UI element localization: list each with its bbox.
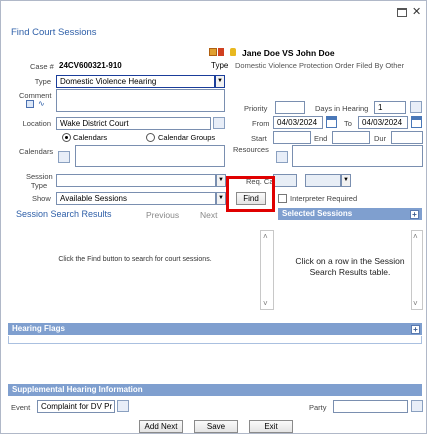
type-label: Type: [34, 77, 51, 86]
selected-scrollbar[interactable]: ˄ ˅: [411, 230, 423, 310]
location-field[interactable]: Wake District Court: [56, 117, 211, 130]
show-select[interactable]: Available Sessions: [56, 192, 216, 205]
window-title: Find Court Sessions: [11, 27, 97, 38]
from-calendar-icon[interactable]: [326, 116, 337, 128]
hearing-flags-expand-icon[interactable]: +: [411, 325, 420, 334]
session-search-results-title: Session Search Results: [16, 209, 112, 219]
event-lookup-icon[interactable]: [117, 400, 129, 412]
type-dropdown-icon[interactable]: ▼: [215, 75, 225, 88]
priority-label: Priority: [244, 104, 268, 113]
resources-label: Resources: [233, 145, 269, 154]
maximize-icon[interactable]: [397, 8, 407, 17]
party-lookup-icon[interactable]: [411, 400, 423, 412]
selected-sessions-title: Selected Sessions: [282, 209, 353, 218]
flag-icon: [209, 48, 217, 56]
priority-field[interactable]: [275, 101, 305, 114]
calendars-radio[interactable]: [62, 133, 71, 142]
days-in-hearing-field[interactable]: 1: [374, 101, 406, 114]
hearing-flags-panel: [8, 336, 422, 344]
case-type-value: Domestic Violence Protection Order Filed…: [235, 61, 405, 70]
results-scrollbar[interactable]: ˄ ˅: [260, 230, 274, 310]
interpreter-label: Interpreter Required: [290, 194, 358, 203]
calendars-lookup-icon[interactable]: [58, 151, 70, 163]
case-number: 24CV600321-910: [59, 61, 122, 70]
exit-button[interactable]: Exit: [249, 420, 293, 433]
duration-label: Dur: [374, 134, 387, 143]
event-field[interactable]: Complaint for DV Pr: [37, 400, 115, 413]
hearing-flags-title: Hearing Flags: [12, 324, 65, 333]
session-type-dropdown-icon[interactable]: ▼: [216, 174, 226, 187]
party-field[interactable]: [333, 400, 408, 413]
find-highlight-box: [226, 176, 275, 212]
to-date-field[interactable]: 04/03/2024: [358, 116, 408, 129]
location-label: Location: [22, 119, 51, 128]
hearing-flags-bar: Hearing Flags: [8, 323, 422, 335]
supplemental-bar: Supplemental Hearing Information: [8, 384, 422, 396]
type-select[interactable]: Domestic Violence Hearing: [56, 75, 215, 88]
resources-lookup-icon[interactable]: [276, 151, 288, 163]
lock-icon: [230, 48, 236, 56]
location-lookup-icon[interactable]: [213, 117, 225, 129]
comment-field[interactable]: [56, 89, 225, 112]
next-link[interactable]: Next: [200, 210, 217, 220]
add-next-button[interactable]: Add Next: [139, 420, 183, 433]
previous-link[interactable]: Previous: [146, 210, 179, 220]
calendar-groups-radio-label: Calendar Groups: [158, 133, 216, 142]
duration-field[interactable]: [391, 131, 423, 144]
comment-label: Comment: [19, 91, 52, 100]
to-calendar-icon[interactable]: [411, 116, 422, 128]
calendars-radio-label: Calendars: [73, 133, 108, 142]
show-label: Show: [32, 194, 51, 203]
days-edit-icon[interactable]: [410, 101, 422, 113]
search-results-empty-message: Click the Find button to search for cour…: [58, 256, 212, 263]
flag-icon-secondary: [218, 48, 224, 56]
close-icon[interactable]: ✕: [412, 5, 421, 18]
case-name: Jane Doe VS John Doe: [242, 48, 335, 58]
from-date-field[interactable]: 04/03/2024: [273, 116, 323, 129]
from-label: From: [252, 119, 270, 128]
event-label: Event: [11, 403, 31, 412]
calendar-groups-radio[interactable]: [146, 133, 155, 142]
session-type-select[interactable]: [56, 174, 216, 187]
spellcheck-icon[interactable]: ∿: [38, 99, 45, 108]
interpreter-checkbox[interactable]: [278, 194, 287, 203]
selected-scroll-down-icon[interactable]: ˅: [413, 299, 418, 308]
resources-field[interactable]: [292, 145, 423, 167]
days-in-hearing-label: Days in Hearing: [315, 104, 369, 113]
req-cap-select[interactable]: [305, 174, 341, 187]
session-type-label: Session Type: [26, 172, 53, 190]
supplemental-title: Supplemental Hearing Information: [12, 385, 143, 394]
case-type-label: Type: [211, 61, 229, 70]
scroll-up-icon[interactable]: ˄: [263, 232, 268, 241]
calendars-field[interactable]: [75, 145, 225, 167]
to-label: To: [344, 119, 352, 128]
req-cap-field[interactable]: [273, 174, 297, 187]
save-button[interactable]: Save: [194, 420, 238, 433]
calendars-label: Calendars: [19, 147, 54, 156]
end-time-field[interactable]: [332, 131, 370, 144]
case-label: Case #: [30, 62, 54, 71]
selected-sessions-expand-icon[interactable]: +: [410, 210, 419, 219]
selected-scroll-up-icon[interactable]: ˄: [413, 232, 418, 241]
scroll-down-icon[interactable]: ˅: [263, 299, 268, 308]
start-time-field[interactable]: [273, 131, 311, 144]
selected-sessions-bar: Selected Sessions: [278, 208, 422, 220]
edit-comment-icon[interactable]: [26, 100, 34, 108]
selected-sessions-empty-message: Click on a row in the Session Search Res…: [295, 256, 405, 277]
party-label: Party: [309, 403, 327, 412]
show-dropdown-icon[interactable]: ▼: [216, 192, 226, 205]
start-label: Start: [251, 134, 267, 143]
end-label: End: [314, 134, 328, 143]
req-cap-dropdown-icon[interactable]: ▼: [341, 174, 351, 187]
